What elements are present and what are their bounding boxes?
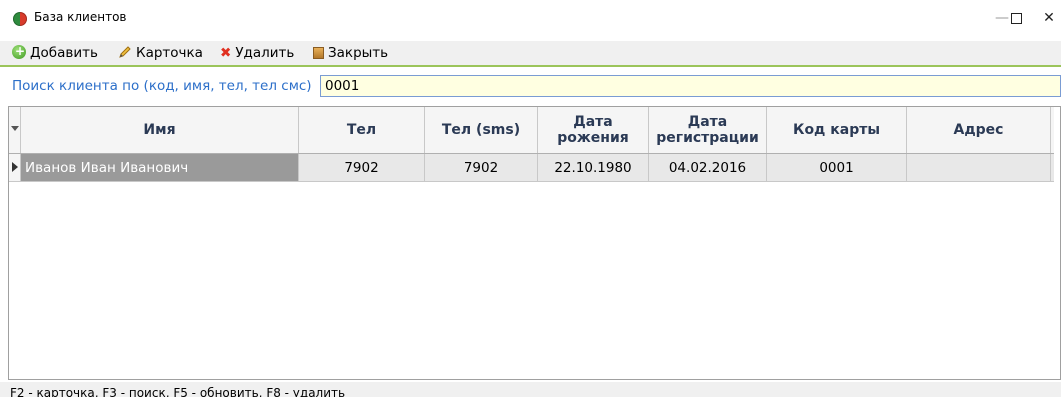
column-menu-icon[interactable] bbox=[9, 107, 21, 153]
column-header-name[interactable]: Имя bbox=[21, 107, 299, 153]
add-icon bbox=[12, 42, 26, 60]
column-header-registration-date[interactable]: Дата регистрации bbox=[649, 107, 767, 153]
cell-address[interactable] bbox=[907, 154, 1051, 181]
add-label: Добавить bbox=[30, 45, 98, 61]
pencil-icon bbox=[119, 46, 131, 58]
title-bar: База клиентов — ✕ bbox=[0, 0, 1061, 37]
app-icon bbox=[13, 12, 27, 26]
close-window-button[interactable]: ✕ bbox=[1032, 6, 1061, 30]
vertical-scrollbar[interactable] bbox=[1054, 107, 1060, 379]
grid-header: Имя Тел Тел (sms) Дата рожения Дата реги… bbox=[9, 107, 1060, 154]
card-button[interactable]: Карточка bbox=[118, 44, 203, 62]
maximize-button[interactable] bbox=[1011, 13, 1022, 24]
card-label: Карточка bbox=[136, 45, 203, 61]
row-indicator-icon bbox=[9, 154, 21, 181]
cell-name[interactable]: Иванов Иван Иванович bbox=[21, 154, 299, 181]
delete-icon: ✖ bbox=[220, 45, 232, 61]
column-header-card-code[interactable]: Код карты bbox=[767, 107, 907, 153]
cell-sms-phone[interactable]: 7902 bbox=[425, 154, 538, 181]
search-row: Поиск клиента по (код, имя, тел, тел смс… bbox=[0, 72, 1061, 100]
status-bar: F2 - карточка, F3 - поиск, F5 - обновить… bbox=[0, 382, 1061, 397]
column-header-birth-date[interactable]: Дата рожения bbox=[538, 107, 649, 153]
search-label: Поиск клиента по (код, имя, тел, тел смс… bbox=[12, 78, 312, 94]
column-header-address[interactable]: Адрес bbox=[907, 107, 1051, 153]
cell-registration-date[interactable]: 04.02.2016 bbox=[649, 154, 767, 181]
toolbar: Добавить Карточка ✖Удалить Закрыть bbox=[0, 41, 1061, 67]
delete-label: Удалить bbox=[235, 45, 295, 61]
clients-grid[interactable]: Имя Тел Тел (sms) Дата рожения Дата реги… bbox=[8, 106, 1061, 380]
window-title: База клиентов bbox=[34, 10, 127, 24]
table-row[interactable]: Иванов Иван Иванович 7902 7902 22.10.198… bbox=[9, 154, 1060, 182]
cell-birth-date[interactable]: 22.10.1980 bbox=[538, 154, 649, 181]
delete-button[interactable]: ✖ Удалить bbox=[220, 44, 294, 62]
search-input[interactable] bbox=[320, 75, 1061, 97]
door-icon bbox=[313, 47, 324, 59]
column-header-sms-phone[interactable]: Тел (sms) bbox=[425, 107, 538, 153]
column-header-phone[interactable]: Тел bbox=[299, 107, 425, 153]
cell-card-code[interactable]: 0001 bbox=[767, 154, 907, 181]
cell-phone[interactable]: 7902 bbox=[299, 154, 425, 181]
close-label: Закрыть bbox=[328, 45, 389, 61]
add-button[interactable]: Добавить bbox=[12, 42, 98, 62]
close-button[interactable]: Закрыть bbox=[313, 44, 388, 62]
